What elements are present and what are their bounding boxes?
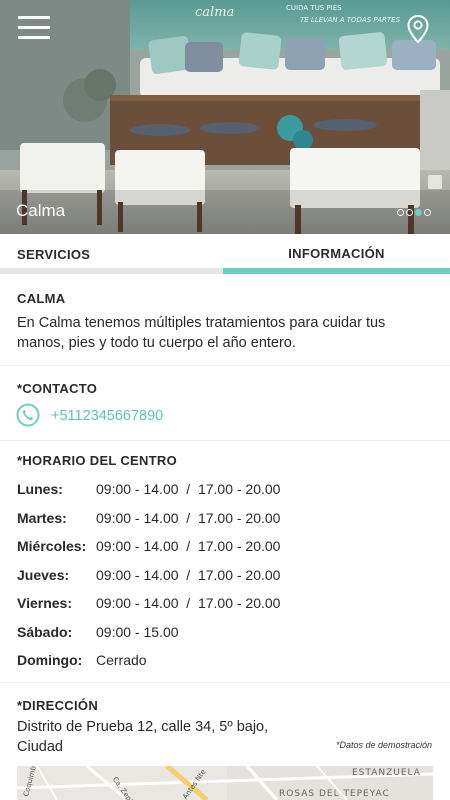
schedule-day: Viernes:: [17, 595, 72, 611]
carousel-indicator: [397, 209, 431, 216]
schedule-day: Martes:: [17, 510, 67, 526]
schedule-day: Jueves:: [17, 567, 70, 583]
tab-informacion[interactable]: INFORMACIÓN: [223, 234, 450, 270]
schedule-day: Domingo:: [17, 652, 83, 668]
hero-title: Calma: [16, 201, 66, 220]
address-line-2: Ciudad: [17, 739, 63, 755]
phone-link[interactable]: +5112345667890: [51, 408, 163, 424]
carousel-dot[interactable]: [397, 209, 404, 216]
contact-title: *CONTACTO: [17, 381, 98, 396]
tab-servicios-indicator: [0, 268, 223, 274]
hero-image: calma CUIDA TUS PIES TE LLEVAN A TODAS P…: [0, 0, 450, 234]
schedule-hours: Cerrado: [96, 652, 147, 668]
hamburger-icon-line: [18, 16, 50, 19]
spa-photo: calma CUIDA TUS PIES TE LLEVAN A TODAS P…: [0, 0, 450, 234]
carousel-dot-active[interactable]: [415, 209, 422, 216]
phone-icon[interactable]: [16, 403, 40, 427]
spa-sign-text: calma: [195, 5, 234, 20]
schedule-hours: 09:00 - 14.00 / 17.00 - 20.00: [96, 595, 281, 611]
map-label: ESTANZUELA: [352, 768, 421, 778]
carousel-dot[interactable]: [406, 209, 413, 216]
schedule-hours: 09:00 - 14.00 / 17.00 - 20.00: [96, 510, 281, 526]
tab-informacion-indicator: [223, 268, 450, 274]
map-preview[interactable]: Coquimbo Ca. Zepita ESTANZUELA ROSAS DEL…: [17, 766, 433, 800]
address-text: Distrito de Prueba 12, calle 34, 5º bajo…: [17, 717, 287, 757]
about-text: En Calma tenemos múltiples tratamientos …: [17, 315, 386, 351]
schedule-day: Miércoles:: [17, 538, 87, 554]
divider: [0, 365, 450, 366]
demo-data-note: *Datos de demostración: [335, 740, 432, 750]
address-line-1: Distrito de Prueba 12, calle 34, 5º bajo…: [17, 719, 269, 735]
hamburger-icon-line: [18, 36, 50, 39]
schedule-hours: 09:00 - 15.00: [96, 624, 179, 640]
about-title: CALMA: [17, 291, 66, 306]
schedule-title: *HORARIO DEL CENTRO: [17, 453, 178, 468]
address-title: *DIRECCIÓN: [17, 698, 99, 713]
wall-text-2: TE LLEVAN A TODAS PARTES: [300, 16, 401, 24]
schedule-day: Lunes:: [17, 481, 63, 497]
wall-text-1: CUIDA TUS PIES: [286, 4, 342, 12]
menu-button[interactable]: [18, 16, 50, 40]
schedule-day: Sábado:: [17, 624, 73, 640]
location-pin-icon[interactable]: [406, 14, 430, 44]
schedule-hours: 09:00 - 14.00 / 17.00 - 20.00: [96, 567, 281, 583]
map-image: Coquimbo Ca. Zepita ESTANZUELA ROSAS DEL…: [17, 766, 433, 800]
hamburger-icon-line: [18, 26, 50, 29]
carousel-dot[interactable]: [424, 209, 431, 216]
divider: [0, 682, 450, 683]
divider: [0, 440, 450, 441]
map-label: ROSAS DEL TEPEYAC: [279, 789, 390, 799]
schedule-hours: 09:00 - 14.00 / 17.00 - 20.00: [96, 538, 281, 554]
schedule-hours: 09:00 - 14.00 / 17.00 - 20.00: [96, 481, 281, 497]
tab-servicios[interactable]: SERVICIOS: [17, 234, 222, 270]
